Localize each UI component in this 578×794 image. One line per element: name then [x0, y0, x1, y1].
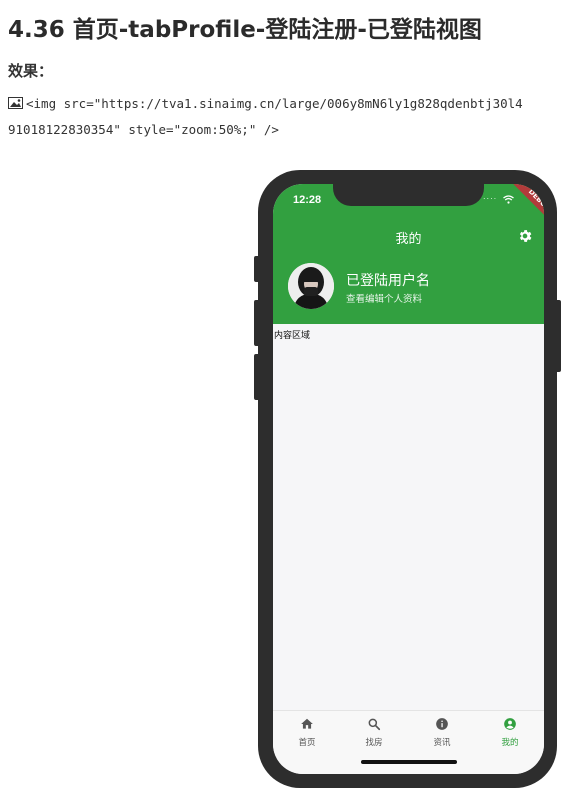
- tab-find-house[interactable]: 找房: [340, 717, 408, 751]
- profile-edit-link[interactable]: 查看编辑个人资料: [346, 291, 422, 305]
- tab-profile[interactable]: 我的: [476, 717, 544, 751]
- status-signal: ....: [483, 192, 498, 201]
- tab-find-house-label: 找房: [365, 738, 383, 748]
- home-icon: [301, 718, 313, 729]
- tab-news-label: 资讯: [433, 738, 451, 748]
- gear-icon[interactable]: [517, 228, 533, 244]
- profile-header: 12:28 .... DEBUG 我的 已登陆用户名 查看编辑个人资料: [273, 184, 544, 324]
- code-line-2: 91018122830354" style="zoom:50%;" />: [8, 122, 279, 137]
- code-line-1: <img src="https://tva1.sinaimg.cn/large/…: [8, 96, 578, 111]
- content-area-label: 内容区域: [274, 331, 311, 341]
- wifi-icon: [503, 195, 514, 204]
- profile-username[interactable]: 已登陆用户名: [346, 270, 430, 290]
- search-icon: [368, 718, 381, 731]
- code-text-1: <img src="https://tva1.sinaimg.cn/large/…: [26, 96, 523, 111]
- avatar-image: [288, 263, 334, 309]
- status-time: 12:28: [293, 194, 322, 206]
- info-icon: [436, 718, 448, 730]
- account-circle-icon: [504, 718, 516, 730]
- effect-label: 效果：: [8, 62, 54, 80]
- page-title: 我的: [395, 232, 422, 247]
- tab-news[interactable]: 资讯: [408, 717, 476, 751]
- avatar[interactable]: [288, 263, 334, 309]
- tab-profile-label: 我的: [501, 738, 519, 748]
- tab-home-label: 首页: [298, 738, 316, 748]
- phone-notch: [333, 184, 484, 206]
- tab-home[interactable]: 首页: [273, 717, 341, 751]
- phone-screen: 12:28 .... DEBUG 我的 已登陆用户名 查看编辑个人资料 内容区域: [273, 184, 544, 774]
- debug-banner: DEBUG: [506, 184, 544, 234]
- document-title: 4.36 首页-tabProfile-登陆注册-已登陆视图: [8, 17, 482, 43]
- bottom-tab-bar: 首页 找房 资讯 我的: [273, 710, 544, 774]
- broken-image-icon: [8, 97, 23, 109]
- home-indicator: [361, 760, 457, 764]
